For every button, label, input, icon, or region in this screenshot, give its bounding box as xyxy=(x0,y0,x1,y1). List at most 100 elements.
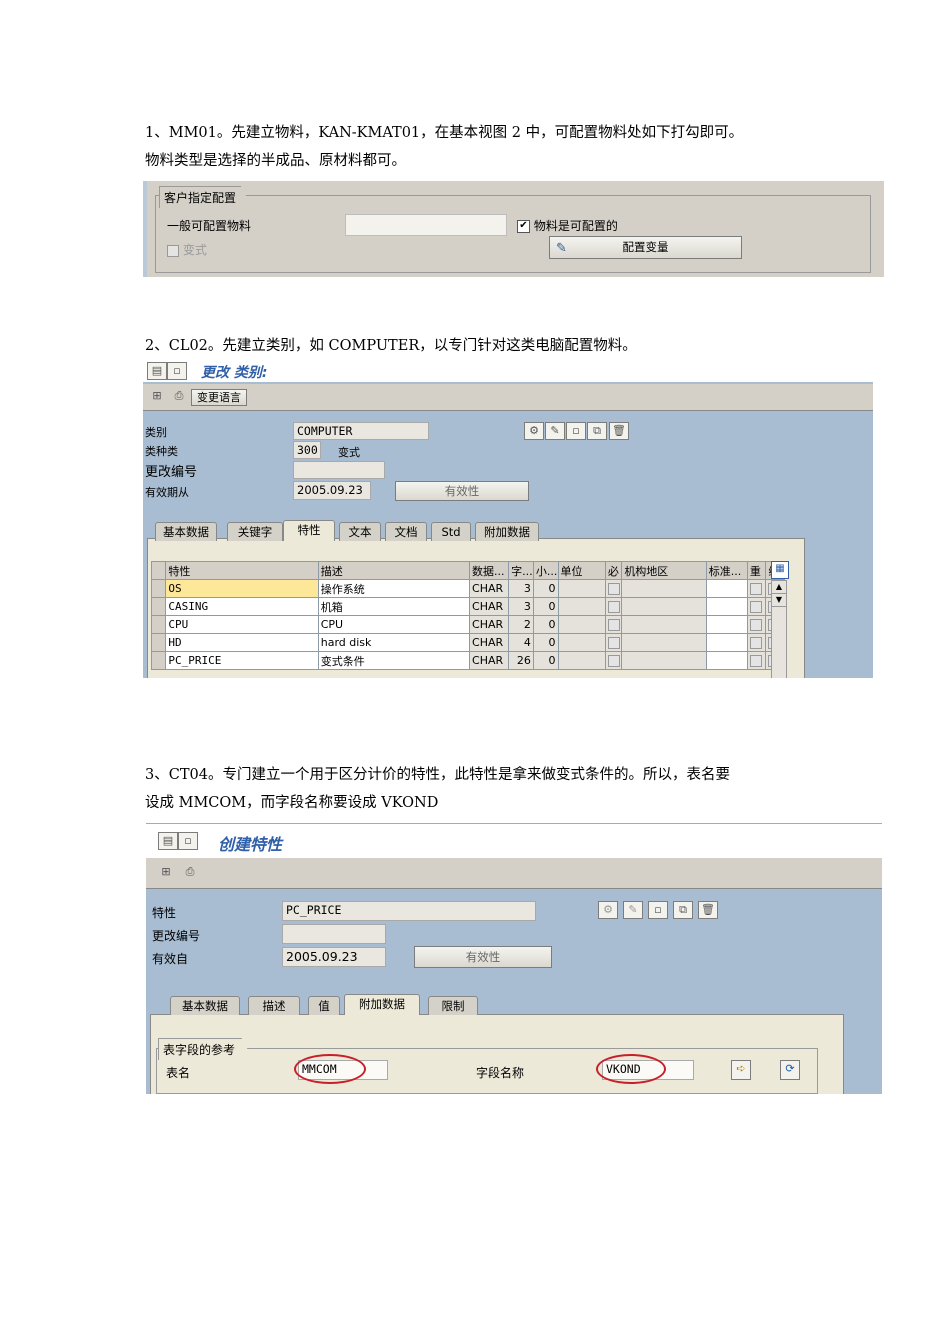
arrow-right-icon[interactable]: ➪ xyxy=(731,1060,751,1080)
tab-description[interactable]: 描述 xyxy=(248,996,300,1015)
class-field[interactable]: COMPUTER xyxy=(293,422,429,440)
tab-std[interactable]: Std xyxy=(431,522,471,541)
cell-standard[interactable] xyxy=(705,597,748,616)
row-selector[interactable] xyxy=(150,597,167,616)
delete-icon[interactable]: 🗑 xyxy=(698,901,718,919)
col-standard[interactable]: 标准... xyxy=(705,561,748,580)
cell-required[interactable] xyxy=(604,615,623,634)
row-selector[interactable] xyxy=(150,615,167,634)
print-icon[interactable]: ⎙ xyxy=(180,864,200,882)
table-settings-icon[interactable]: ▦ xyxy=(771,561,789,579)
cell-standard[interactable] xyxy=(705,633,748,652)
cell-characteristic[interactable]: HD xyxy=(165,633,319,652)
create-icon[interactable]: ▫ xyxy=(648,901,668,919)
doc-icon[interactable]: ▫ xyxy=(167,362,187,380)
table-scrollbar[interactable]: ▲ ▼ xyxy=(771,580,787,678)
tab-basic-data[interactable]: 基本数据 xyxy=(170,996,240,1015)
class-type-field[interactable]: 300 xyxy=(293,441,321,459)
display-icon[interactable]: ⚙ xyxy=(524,422,544,440)
hierarchy-icon[interactable]: ⊞ xyxy=(156,864,176,882)
cell-multiple[interactable] xyxy=(746,651,767,670)
tab-characteristics[interactable]: 特性 xyxy=(283,520,335,541)
table-row[interactable]: PC_PRICE 变式条件 CHAR 26 0 xyxy=(150,651,785,670)
cell-characteristic[interactable]: CPU xyxy=(165,615,319,634)
cell-characteristic[interactable]: PC_PRICE xyxy=(165,651,319,670)
refresh-icon[interactable]: ⟳ xyxy=(780,1060,800,1080)
validity-button[interactable]: 有效性 xyxy=(395,481,529,501)
valid-from-field[interactable]: 2005.09.23 xyxy=(282,947,386,967)
tab-keywords[interactable]: 关键字 xyxy=(227,522,283,541)
scroll-down-icon[interactable]: ▼ xyxy=(772,594,786,607)
cell-required[interactable] xyxy=(604,633,623,652)
tab-additional-data[interactable]: 附加数据 xyxy=(475,522,539,541)
col-characteristic[interactable]: 特性 xyxy=(165,561,319,580)
table-row[interactable]: CPU CPU CHAR 2 0 xyxy=(150,615,785,634)
cell-multiple[interactable] xyxy=(746,633,767,652)
col-decimals[interactable]: 小... xyxy=(532,561,559,580)
cell-type: CHAR xyxy=(469,579,510,598)
tab-values[interactable]: 值 xyxy=(308,996,340,1015)
cell-standard[interactable] xyxy=(705,615,748,634)
edit-pencil-icon[interactable]: ✎ xyxy=(623,901,643,919)
scroll-up-icon[interactable]: ▲ xyxy=(772,581,786,594)
cell-standard[interactable] xyxy=(705,579,748,598)
cell-required[interactable] xyxy=(604,579,623,598)
valid-from-field[interactable]: 2005.09.23 xyxy=(293,481,371,500)
row-selector[interactable] xyxy=(150,633,167,652)
cell-description: hard disk xyxy=(317,633,471,652)
screen-title: 创建特性 xyxy=(218,835,283,854)
cell-unit xyxy=(557,597,606,616)
col-unit[interactable]: 单位 xyxy=(557,561,606,580)
tab-text[interactable]: 文本 xyxy=(339,522,381,541)
doc-icon[interactable]: ▫ xyxy=(178,832,198,850)
copy-icon[interactable]: ⧉ xyxy=(673,901,693,919)
delete-icon[interactable]: 🗑 xyxy=(609,422,629,440)
cell-unit xyxy=(557,615,606,634)
cell-multiple[interactable] xyxy=(746,579,767,598)
row-selector[interactable] xyxy=(150,651,167,670)
general-config-input[interactable] xyxy=(345,214,507,236)
table-row[interactable]: CASING 机箱 CHAR 3 0 xyxy=(150,597,785,616)
cell-multiple[interactable] xyxy=(746,615,767,634)
menu-icon[interactable]: ▤ xyxy=(158,832,178,850)
cell-characteristic[interactable]: OS xyxy=(165,579,319,598)
col-multiple[interactable]: 重 xyxy=(746,561,767,580)
tab-basic-data[interactable]: 基本数据 xyxy=(155,522,217,541)
tab-additional-data[interactable]: 附加数据 xyxy=(344,994,420,1015)
col-length[interactable]: 字... xyxy=(508,561,534,580)
row-selector-header[interactable] xyxy=(150,561,167,580)
copy-icon[interactable]: ⧉ xyxy=(587,422,607,440)
configurable-checkbox[interactable]: ✔ 物料是可配置的 xyxy=(517,217,618,234)
row-selector[interactable] xyxy=(150,579,167,598)
validity-button[interactable]: 有效性 xyxy=(414,946,552,968)
table-row[interactable]: HD hard disk CHAR 4 0 xyxy=(150,633,785,652)
col-org-area[interactable]: 机构地区 xyxy=(621,561,707,580)
cell-characteristic[interactable]: CASING xyxy=(165,597,319,616)
cell-decimals: 0 xyxy=(532,615,559,634)
cell-org-area xyxy=(621,651,707,670)
change-number-field[interactable] xyxy=(282,924,386,944)
cell-multiple[interactable] xyxy=(746,597,767,616)
characteristic-field[interactable]: PC_PRICE xyxy=(282,901,536,921)
cell-standard[interactable] xyxy=(705,651,748,670)
table-row[interactable]: OS 操作系统 CHAR 3 0 xyxy=(150,579,785,598)
menu-icon[interactable]: ▤ xyxy=(147,362,167,380)
configure-variant-button[interactable]: ✎ 配置变量 xyxy=(549,236,742,259)
col-required[interactable]: 必 xyxy=(604,561,623,580)
change-language-button[interactable]: 变更语言 xyxy=(191,389,247,406)
edit-pencil-icon[interactable]: ✎ xyxy=(545,422,565,440)
print-icon[interactable]: ⎙ xyxy=(169,388,189,406)
col-description[interactable]: 描述 xyxy=(317,561,471,580)
cell-type: CHAR xyxy=(469,615,510,634)
col-data-type[interactable]: 数据... xyxy=(469,561,510,580)
change-number-field[interactable] xyxy=(293,461,385,479)
create-icon[interactable]: ▫ xyxy=(566,422,586,440)
display-icon[interactable]: ⚙ xyxy=(598,901,618,919)
checkbox-icon xyxy=(607,637,620,649)
cell-required[interactable] xyxy=(604,597,623,616)
tab-restrictions[interactable]: 限制 xyxy=(428,996,478,1015)
cell-required[interactable] xyxy=(604,651,623,670)
variant-checkbox[interactable]: 变式 xyxy=(167,241,207,258)
tab-documents[interactable]: 文档 xyxy=(385,522,427,541)
hierarchy-icon[interactable]: ⊞ xyxy=(147,388,167,406)
